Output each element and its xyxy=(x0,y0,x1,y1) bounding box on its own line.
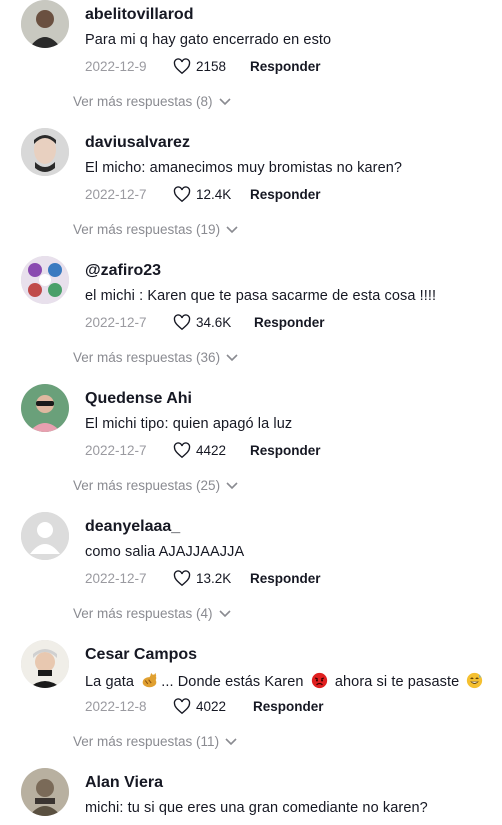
like-count: 13.2K xyxy=(196,571,232,586)
heart-icon xyxy=(173,186,191,203)
heart-icon xyxy=(173,58,191,75)
like-count: 4422 xyxy=(196,443,227,458)
view-more-replies[interactable]: Ver más respuestas (8) xyxy=(73,94,231,109)
username[interactable]: Alan Viera xyxy=(85,774,163,792)
like-count: 34.6K xyxy=(196,315,232,330)
username[interactable]: deanyelaaa_ xyxy=(85,518,180,536)
view-more-replies-label: Ver más respuestas (4) xyxy=(73,606,213,621)
comment-text: como salia AJAJJAAJJA xyxy=(85,544,245,560)
comment-date: 2022-12-8 xyxy=(85,699,147,714)
comment-item: daviusalvarez El micho: amanecimos muy b… xyxy=(0,128,502,256)
like-button[interactable]: 2158 xyxy=(173,58,226,75)
view-more-replies-label: Ver más respuestas (19) xyxy=(73,222,221,237)
comment-text: La gata ... Donde estás Karen ahora si t… xyxy=(85,672,486,690)
comment-text-part: La gata xyxy=(85,674,139,690)
comment-item: @zafiro23 el michi : Karen que te pasa s… xyxy=(0,256,502,384)
like-button[interactable]: 34.6K xyxy=(173,314,231,331)
avatar[interactable] xyxy=(21,512,69,560)
view-more-replies[interactable]: Ver más respuestas (4) xyxy=(73,606,231,621)
comment-date: 2022-12-7 xyxy=(85,187,147,202)
comment-text: El micho: amanecimos muy bromistas no ka… xyxy=(85,160,403,176)
comment-item: Quedense Ahi El michi tipo: quien apagó … xyxy=(0,384,502,512)
username[interactable]: daviusalvarez xyxy=(85,134,190,152)
reply-button[interactable]: Responder xyxy=(250,443,321,458)
avatar[interactable] xyxy=(21,768,69,816)
like-count: 4022 xyxy=(196,699,227,714)
view-more-replies[interactable]: Ver más respuestas (36) xyxy=(73,350,238,365)
username[interactable]: Quedense Ahi xyxy=(85,390,192,408)
comment-date: 2022-12-7 xyxy=(85,571,147,586)
reply-button[interactable]: Responder xyxy=(253,699,324,714)
view-more-replies-label: Ver más respuestas (25) xyxy=(73,478,221,493)
view-more-replies[interactable]: Ver más respuestas (19) xyxy=(73,222,238,237)
reply-button[interactable]: Responder xyxy=(254,315,325,330)
avatar[interactable] xyxy=(21,128,69,176)
comment-date: 2022-12-7 xyxy=(85,315,147,330)
view-more-replies[interactable]: Ver más respuestas (11) xyxy=(73,734,237,749)
comment-text: el michi : Karen que te pasa sacarme de … xyxy=(85,288,437,304)
username[interactable]: @zafiro23 xyxy=(85,262,161,280)
view-more-replies-label: Ver más respuestas (36) xyxy=(73,350,221,365)
heart-icon xyxy=(173,442,191,459)
chevron-down-icon xyxy=(226,225,238,233)
angry-face-emoji-icon xyxy=(311,672,327,689)
comment-date: 2022-12-9 xyxy=(85,59,147,74)
username[interactable]: abelitovillarod xyxy=(85,6,193,24)
comment-text-part: ... Donde estás Karen xyxy=(161,674,308,690)
username[interactable]: Cesar Campos xyxy=(85,646,197,664)
comment-text: michi: tu si que eres una gran comediant… xyxy=(85,800,428,816)
comment-item: Alan Viera michi: tu si que eres una gra… xyxy=(0,768,502,825)
like-count: 2158 xyxy=(196,59,227,74)
avatar[interactable] xyxy=(21,256,69,304)
reply-button[interactable]: Responder xyxy=(250,59,321,74)
chevron-down-icon xyxy=(226,353,238,361)
avatar[interactable] xyxy=(21,384,69,432)
comment-date: 2022-12-7 xyxy=(85,443,147,458)
like-button[interactable]: 4422 xyxy=(173,442,226,459)
heart-icon xyxy=(173,698,191,715)
like-button[interactable]: 12.4K xyxy=(173,186,231,203)
comment-text: Para mi q hay gato encerrado en esto xyxy=(85,32,332,48)
avatar[interactable] xyxy=(21,0,69,48)
reply-button[interactable]: Responder xyxy=(250,571,321,586)
reply-button[interactable]: Responder xyxy=(250,187,321,202)
avatar[interactable] xyxy=(21,640,69,688)
heart-icon xyxy=(173,314,191,331)
heart-icon xyxy=(173,570,191,587)
view-more-replies-label: Ver más respuestas (11) xyxy=(73,734,220,749)
chevron-down-icon xyxy=(218,609,231,617)
comment-item: abelitovillarod Para mi q hay gato encer… xyxy=(0,0,502,128)
view-more-replies[interactable]: Ver más respuestas (25) xyxy=(73,478,238,493)
like-count: 12.4K xyxy=(196,187,232,202)
like-button[interactable]: 4022 xyxy=(173,698,226,715)
view-more-replies-label: Ver más respuestas (8) xyxy=(73,94,213,109)
like-button[interactable]: 13.2K xyxy=(173,570,231,587)
comment-item: Cesar Campos La gata ... Donde estás Kar… xyxy=(0,640,502,768)
comment-item: deanyelaaa_ como salia AJAJJAAJJA 2022-1… xyxy=(0,512,502,640)
chevron-down-icon xyxy=(225,737,237,745)
grinning-sweat-emoji-icon xyxy=(467,672,483,689)
chevron-down-icon xyxy=(226,481,238,489)
comment-text-part: ahora si te pasaste xyxy=(330,674,464,690)
comment-text: El michi tipo: quien apagó la luz xyxy=(85,416,293,432)
chevron-down-icon xyxy=(218,97,231,105)
cat-emoji-icon xyxy=(142,672,157,688)
